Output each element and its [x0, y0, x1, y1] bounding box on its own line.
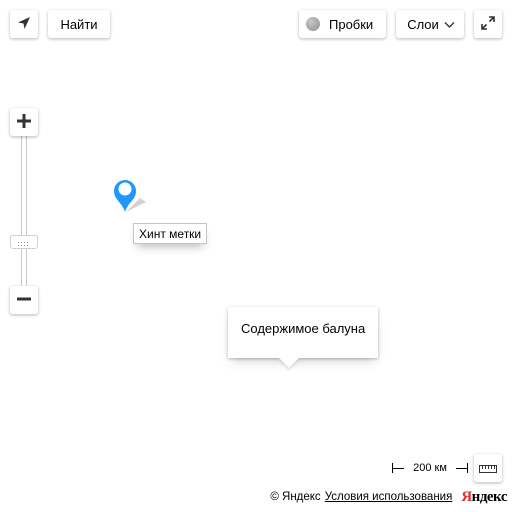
- scale-bar-left: [392, 468, 404, 469]
- find-button-label: Найти: [60, 16, 98, 32]
- layers-button-label: Слои: [407, 16, 439, 32]
- chevron-down-icon: [444, 17, 455, 32]
- traffic-button[interactable]: Пробки: [299, 10, 386, 38]
- grip-icon: [18, 233, 30, 251]
- balloon: Содержимое балуна: [228, 307, 378, 368]
- yandex-logo-rest: ндекс: [471, 488, 508, 505]
- terms-link[interactable]: Условия использования: [325, 491, 453, 503]
- location-arrow-icon: [16, 15, 32, 34]
- map-pin-icon[interactable]: [108, 174, 148, 216]
- balloon-tail: [279, 358, 299, 368]
- yandex-logo[interactable]: Яндекс: [461, 489, 507, 506]
- expand-icon: [481, 15, 495, 33]
- zoom-slider-thumb[interactable]: [10, 235, 38, 249]
- placemark-hint: Хинт метки: [133, 223, 208, 244]
- zoom-out-button[interactable]: [10, 286, 38, 314]
- yandex-logo-first-letter: Я: [461, 488, 472, 505]
- scale-tick-right: [467, 463, 468, 473]
- scale-label: 200 км: [413, 462, 447, 474]
- layers-button[interactable]: Слои: [396, 10, 464, 38]
- fullscreen-button[interactable]: [474, 10, 502, 38]
- minus-icon: [17, 292, 31, 309]
- plus-icon: [17, 113, 31, 131]
- ruler-button[interactable]: [474, 454, 502, 482]
- copyrights: © Яндекс Условия использования Яндекс: [270, 487, 507, 507]
- find-button[interactable]: Найти: [48, 10, 110, 38]
- traffic-circle-icon: [306, 17, 320, 31]
- balloon-content: Содержимое балуна: [241, 321, 366, 336]
- traffic-button-label: Пробки: [329, 16, 374, 32]
- zoom-in-button[interactable]: [10, 108, 38, 136]
- geolocation-button[interactable]: [10, 10, 38, 38]
- zoom-track[interactable]: [21, 136, 27, 286]
- ruler-icon: [479, 461, 497, 476]
- copyright-text: © Яндекс: [270, 491, 321, 503]
- scale-line: 200 км: [392, 460, 468, 476]
